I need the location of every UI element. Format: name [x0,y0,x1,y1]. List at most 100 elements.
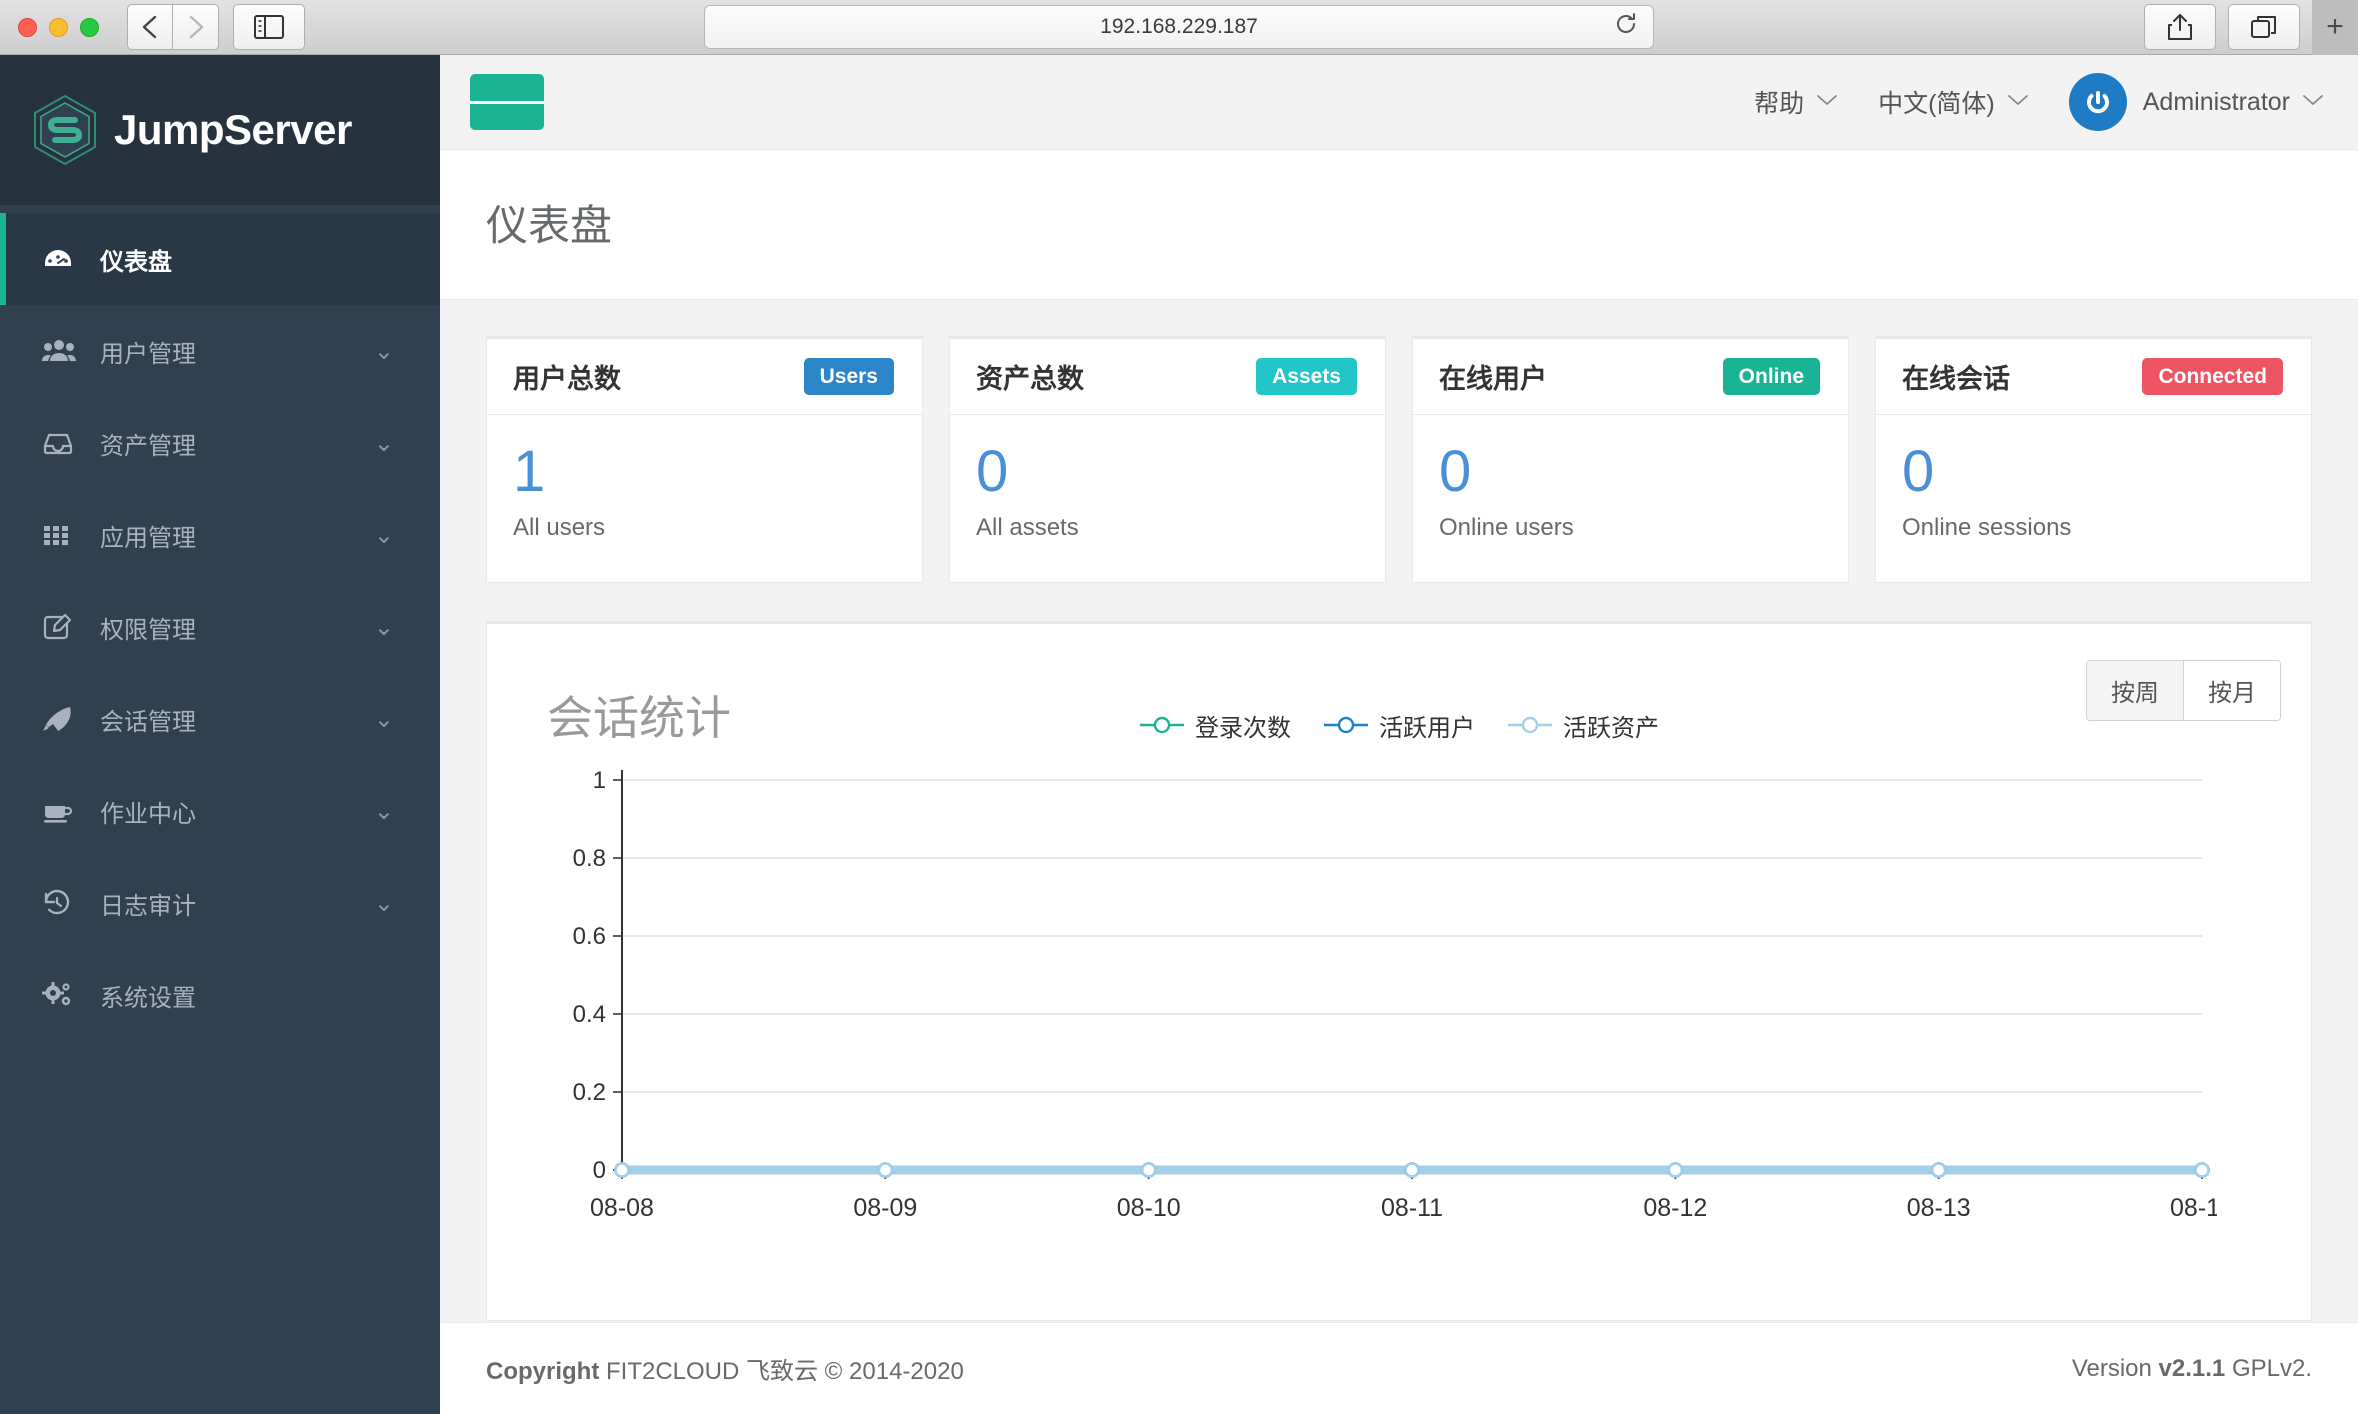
sidebar-item-users[interactable]: 用户管理 ⌄ [0,305,440,397]
status-badge: Users [803,358,894,395]
coffee-icon [42,798,82,824]
sidebar-item-permissions[interactable]: 权限管理 ⌄ [0,581,440,673]
sidebar-item-assets[interactable]: 资产管理 ⌄ [0,397,440,489]
user-menu[interactable]: Administrator [2068,73,2324,131]
legend-item-active-users[interactable]: 活跃用户 [1323,708,1475,743]
legend-item-active-assets[interactable]: 活跃资产 [1507,708,1659,743]
menu-toggle-button[interactable] [470,74,545,130]
sidebar-item-settings[interactable]: 系统设置 [0,949,440,1041]
sidebar-item-applications[interactable]: 应用管理 ⌄ [0,489,440,581]
stat-card-online-users: 在线用户 Online 0 Online users [1412,336,1849,583]
svg-text:1: 1 [593,767,606,794]
version-suffix: GPLv2. [2225,1354,2312,1382]
menu-icon-bar [494,100,520,104]
legend-label: 活跃用户 [1379,714,1475,742]
card-caption: Online sessions [1902,513,2072,541]
address-bar[interactable]: 192.168.229.187 [704,5,1654,49]
grid-icon [42,522,82,548]
svg-text:08-10: 08-10 [1117,1194,1181,1222]
status-badge: Assets [1256,358,1357,395]
dashboard-icon [42,246,82,272]
legend-label: 活跃资产 [1563,714,1659,742]
sidebar-item-dashboard[interactable]: 仪表盘 [0,213,440,305]
version-prefix: Version [2071,1354,2159,1382]
sidebar-item-audit-logs[interactable]: 日志审计 ⌄ [0,857,440,949]
edit-icon [42,613,82,641]
stat-card-users: 用户总数 Users 1 All users [486,336,923,583]
reload-icon[interactable] [1613,11,1639,43]
card-caption: Online users [1439,513,1574,541]
card-body: 0 Online sessions [1876,415,2311,582]
users-icon [42,338,82,364]
stat-card-online-sessions: 在线会话 Connected 0 Online sessions [1875,336,2312,583]
sidebar-item-label: 会话管理 [100,708,196,736]
main-content: 帮助 中文(简体) Administrator 仪表盘 用户总数 Users 1… [440,55,2358,1414]
sidebar-icon[interactable] [233,4,305,50]
card-value: 0 [1902,439,1935,504]
chevron-down-icon: ⌄ [373,429,394,457]
sidebar-item-label: 系统设置 [100,984,196,1012]
card-body: 1 All users [487,415,922,582]
inbox-icon [42,430,82,456]
sidebar-item-label: 资产管理 [100,432,196,460]
help-menu[interactable]: 帮助 [1754,84,1838,120]
sidebar-item-label: 仪表盘 [100,248,172,276]
card-title: 在线用户 [1439,364,1547,394]
card-body: 0 Online users [1413,415,1848,582]
card-title: 用户总数 [513,364,621,394]
sidebar-item-label: 作业中心 [100,800,196,828]
range-toggle-group: 按周 按月 [2086,659,2281,721]
sidebar-item-label: 日志审计 [100,892,196,920]
jumpserver-logo-icon [32,94,98,166]
card-header: 在线用户 Online [1413,339,1848,415]
svg-text:0: 0 [593,1157,606,1184]
minimize-window-button[interactable] [49,17,68,37]
language-menu[interactable]: 中文(简体) [1878,84,2029,120]
window-controls [18,17,99,37]
page-header: 仪表盘 [440,150,2358,300]
copyright-text: FIT2CLOUD 飞致云 © 2014-2020 [599,1358,964,1385]
copyright-bold: Copyright [486,1358,600,1385]
sidebar-item-label: 应用管理 [100,524,196,552]
maximize-window-button[interactable] [80,17,99,37]
svg-text:08-12: 08-12 [1643,1194,1707,1222]
svg-text:08-09: 08-09 [853,1194,917,1222]
chevron-down-icon: ⌄ [373,705,394,733]
footer: Copyright FIT2CLOUD 飞致云 © 2014-2020 Vers… [440,1322,2358,1414]
range-button-month[interactable]: 按月 [2183,660,2280,720]
status-badge: Connected [2142,358,2283,395]
svg-text:0.8: 0.8 [573,845,606,872]
session-statistics-chart[interactable]: 0 0.2 0.4 0.6 0.8 1 08-08 08-09 08-10 08-11 08-12 0… [517,762,2281,1247]
back-icon[interactable] [127,4,173,50]
address-bar-container: 192.168.229.187 [704,5,1654,49]
range-button-week[interactable]: 按周 [2087,660,2183,720]
legend-marker-icon [1324,716,1368,734]
sidebar-item-sessions[interactable]: 会话管理 ⌄ [0,673,440,765]
chevron-down-icon: ⌄ [373,613,394,641]
forward-icon[interactable] [173,4,219,50]
panel-header: 会话统计 登录次数 活跃用户 活跃资产 按周 按月 [517,650,2281,748]
tabs-icon[interactable] [2228,4,2300,50]
chevron-down-icon [2007,92,2029,112]
card-header: 用户总数 Users [487,339,922,415]
sidebar-item-label: 权限管理 [100,616,196,644]
page-title: 仪表盘 [486,202,613,249]
stat-card-assets: 资产总数 Assets 0 All assets [949,336,1386,583]
close-window-button[interactable] [18,17,37,37]
legend-label: 登录次数 [1195,714,1291,742]
share-icon[interactable] [2144,4,2216,50]
svg-text:08-13: 08-13 [1907,1194,1971,1222]
legend-item-logins[interactable]: 登录次数 [1139,708,1291,743]
sidebar: JumpServer 仪表盘 用户管理 ⌄ 资产管理 ⌄ 应用管理 ⌄ 权限管理… [0,55,440,1414]
brand-header[interactable]: JumpServer [0,55,440,205]
menu-icon-bar [470,100,495,104]
language-label: 中文(简体) [1878,90,1995,118]
copyright: Copyright FIT2CLOUD 飞致云 © 2014-2020 [486,1351,964,1386]
new-tab-button[interactable]: + [2312,0,2358,55]
sidebar-item-job-center[interactable]: 作业中心 ⌄ [0,765,440,857]
help-label: 帮助 [1754,90,1805,118]
card-value: 0 [1439,439,1472,504]
svg-text:0.2: 0.2 [573,1079,606,1106]
card-title: 在线会话 [1902,364,2010,394]
url-text: 192.168.229.187 [1100,15,1258,38]
